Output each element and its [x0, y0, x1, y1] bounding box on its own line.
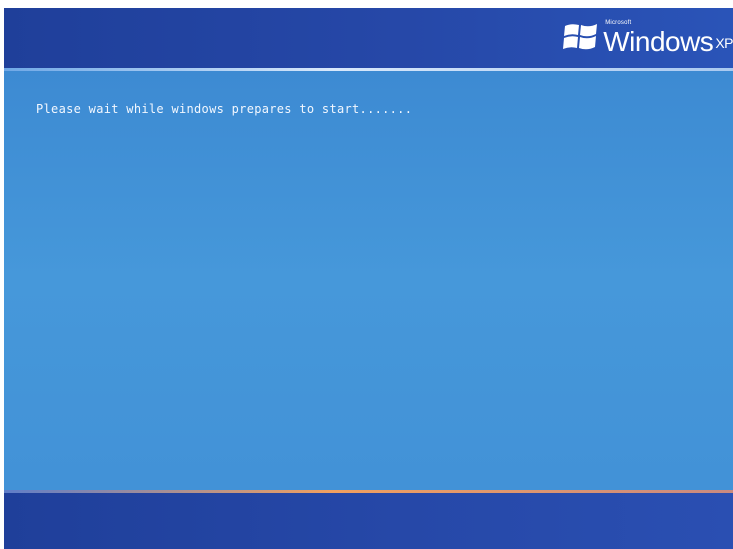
top-divider: [4, 68, 733, 71]
brand-small-text: Microsoft: [605, 20, 632, 26]
brand-suffix: XP: [715, 35, 733, 51]
brand-name-text: Windows: [603, 26, 714, 57]
windows-flag-icon: [563, 24, 598, 50]
top-banner: Microsoft Windows XP: [4, 8, 733, 68]
boot-message: Please wait while windows prepares to st…: [36, 102, 413, 116]
windows-logo: Microsoft Windows XP: [563, 18, 733, 62]
brand-name: Windows XP: [603, 28, 733, 56]
bottom-banner: [4, 493, 733, 549]
boot-screen: Microsoft Windows XP Please wait while wi…: [4, 8, 733, 549]
brand-wordmark: Microsoft Windows XP: [603, 18, 733, 62]
